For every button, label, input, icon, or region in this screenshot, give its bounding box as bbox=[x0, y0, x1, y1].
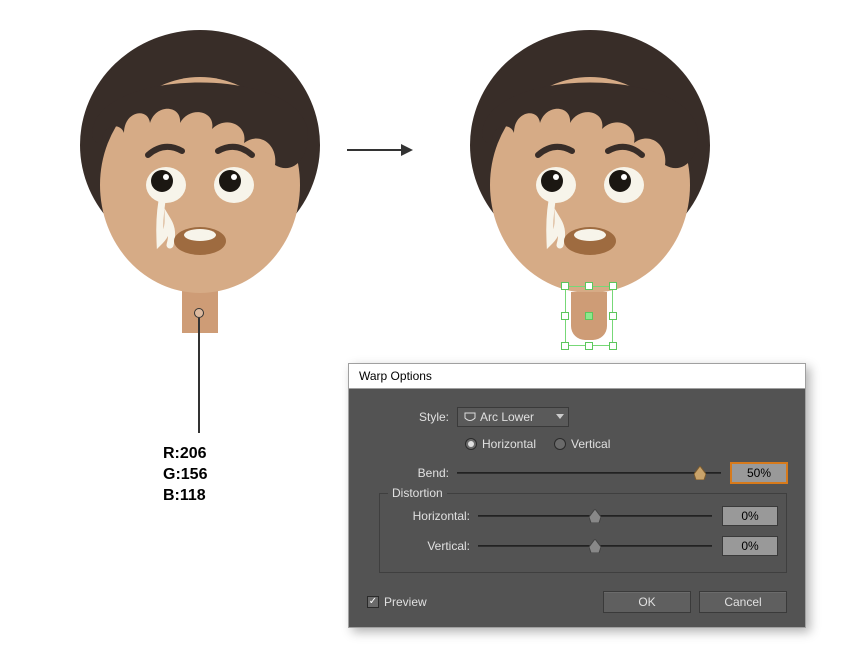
radio-label: Vertical bbox=[571, 437, 610, 451]
distortion-group: Distortion Horizontal: 0% Vertical: bbox=[379, 493, 787, 573]
cancel-button[interactable]: Cancel bbox=[699, 591, 787, 613]
selection-bounding-box[interactable] bbox=[565, 286, 613, 346]
preview-checkbox[interactable]: ✓ Preview bbox=[367, 595, 427, 609]
ok-button[interactable]: OK bbox=[603, 591, 691, 613]
callout-pointer bbox=[199, 308, 209, 433]
orientation-horizontal-radio[interactable]: Horizontal bbox=[465, 437, 536, 451]
illustration-face-right bbox=[460, 25, 720, 308]
dist-horizontal-value[interactable]: 0% bbox=[722, 506, 778, 526]
dist-vertical-value[interactable]: 0% bbox=[722, 536, 778, 556]
orientation-vertical-radio[interactable]: Vertical bbox=[554, 437, 610, 451]
bend-value[interactable]: 50% bbox=[731, 463, 787, 483]
check-icon: ✓ bbox=[367, 596, 379, 608]
chevron-down-icon bbox=[556, 414, 564, 419]
warp-options-dialog: Warp Options Style: Arc Lower Horizontal… bbox=[348, 363, 806, 628]
preview-label: Preview bbox=[384, 595, 427, 609]
style-value: Arc Lower bbox=[480, 410, 534, 424]
style-select[interactable]: Arc Lower bbox=[457, 407, 569, 427]
illustration-face-left bbox=[70, 25, 330, 348]
arc-lower-icon bbox=[464, 411, 476, 423]
dist-vertical-slider[interactable] bbox=[478, 538, 712, 554]
dist-vertical-label: Vertical: bbox=[388, 539, 478, 553]
dist-horizontal-label: Horizontal: bbox=[388, 509, 478, 523]
radio-label: Horizontal bbox=[482, 437, 536, 451]
style-label: Style: bbox=[367, 410, 457, 424]
rgb-g: G:156 bbox=[163, 464, 207, 485]
rgb-r: R:206 bbox=[163, 443, 207, 464]
rgb-callout: R:206 G:156 B:118 bbox=[163, 443, 207, 506]
arrow-icon bbox=[345, 140, 415, 163]
dialog-title: Warp Options bbox=[349, 364, 805, 389]
bend-label: Bend: bbox=[367, 466, 457, 480]
distortion-legend: Distortion bbox=[388, 486, 447, 500]
dist-horizontal-slider[interactable] bbox=[478, 508, 712, 524]
bend-slider[interactable] bbox=[457, 465, 721, 481]
rgb-b: B:118 bbox=[163, 485, 207, 506]
